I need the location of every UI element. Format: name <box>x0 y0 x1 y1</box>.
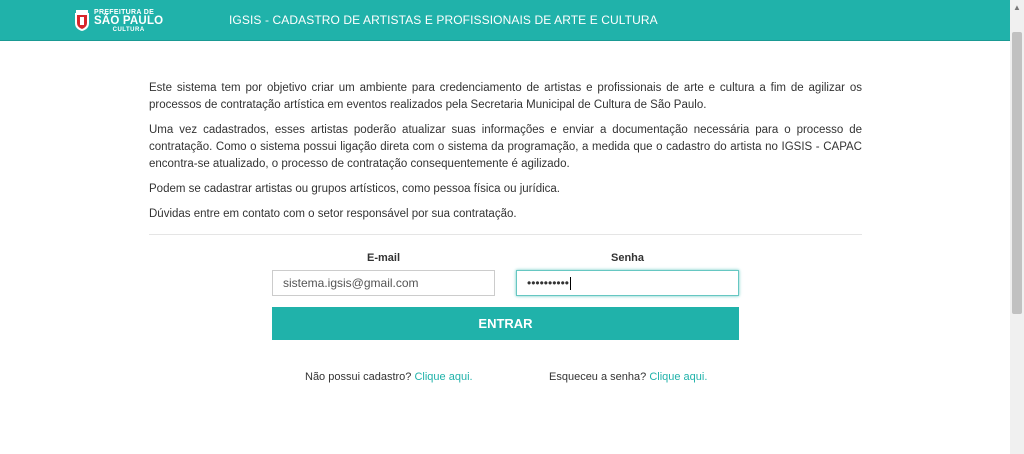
text-caret <box>570 277 572 291</box>
scroll-up-arrow-icon[interactable]: ▲ <box>1010 0 1024 16</box>
register-link[interactable]: Clique aqui. <box>414 371 472 383</box>
intro-paragraph-2: Uma vez cadastrados, esses artistas pode… <box>149 124 862 170</box>
app-title: IGSIS - CADASTRO DE ARTISTAS E PROFISSIO… <box>229 13 658 27</box>
logo-line-3: CULTURA <box>112 27 145 34</box>
email-field[interactable]: sistema.igsis@gmail.com <box>272 270 495 296</box>
email-field-value: sistema.igsis@gmail.com <box>283 276 419 290</box>
intro-paragraph-1: Este sistema tem por objetivo criar um a… <box>149 82 862 111</box>
page-scrollbar[interactable]: ▲ <box>1010 0 1024 454</box>
intro-text: Este sistema tem por objetivo criar um a… <box>149 80 862 231</box>
forgot-password-prompt-text: Esqueceu a senha? <box>549 371 647 383</box>
intro-paragraph-3: Podem se cadastrar artistas ou grupos ar… <box>149 183 560 195</box>
top-navbar: PREFEITURA DE SÃO PAULO CULTURA IGSIS - … <box>0 0 1010 41</box>
intro-paragraph-4: Dúvidas entre em contato com o setor res… <box>149 208 517 220</box>
logo-line-2: SÃO PAULO <box>94 14 164 27</box>
forgot-password-link[interactable]: Clique aqui. <box>649 371 707 383</box>
password-field[interactable]: •••••••••• <box>516 270 739 296</box>
register-prompt: Não possui cadastro? Clique aqui. <box>305 371 473 383</box>
prefeitura-logo[interactable]: PREFEITURA DE SÃO PAULO CULTURA <box>74 8 163 34</box>
section-divider <box>149 234 862 235</box>
password-field-value: •••••••••• <box>527 276 570 290</box>
scrollbar-thumb[interactable] <box>1012 32 1022 314</box>
logo-wordmark: PREFEITURA DE SÃO PAULO CULTURA <box>94 9 163 34</box>
city-crest-icon <box>75 10 89 31</box>
login-button[interactable]: ENTRAR <box>272 307 739 340</box>
register-prompt-text: Não possui cadastro? <box>305 371 412 383</box>
email-label: E-mail <box>366 252 400 264</box>
forgot-password-prompt: Esqueceu a senha? Clique aqui. <box>549 371 707 383</box>
password-label: Senha <box>610 252 644 264</box>
